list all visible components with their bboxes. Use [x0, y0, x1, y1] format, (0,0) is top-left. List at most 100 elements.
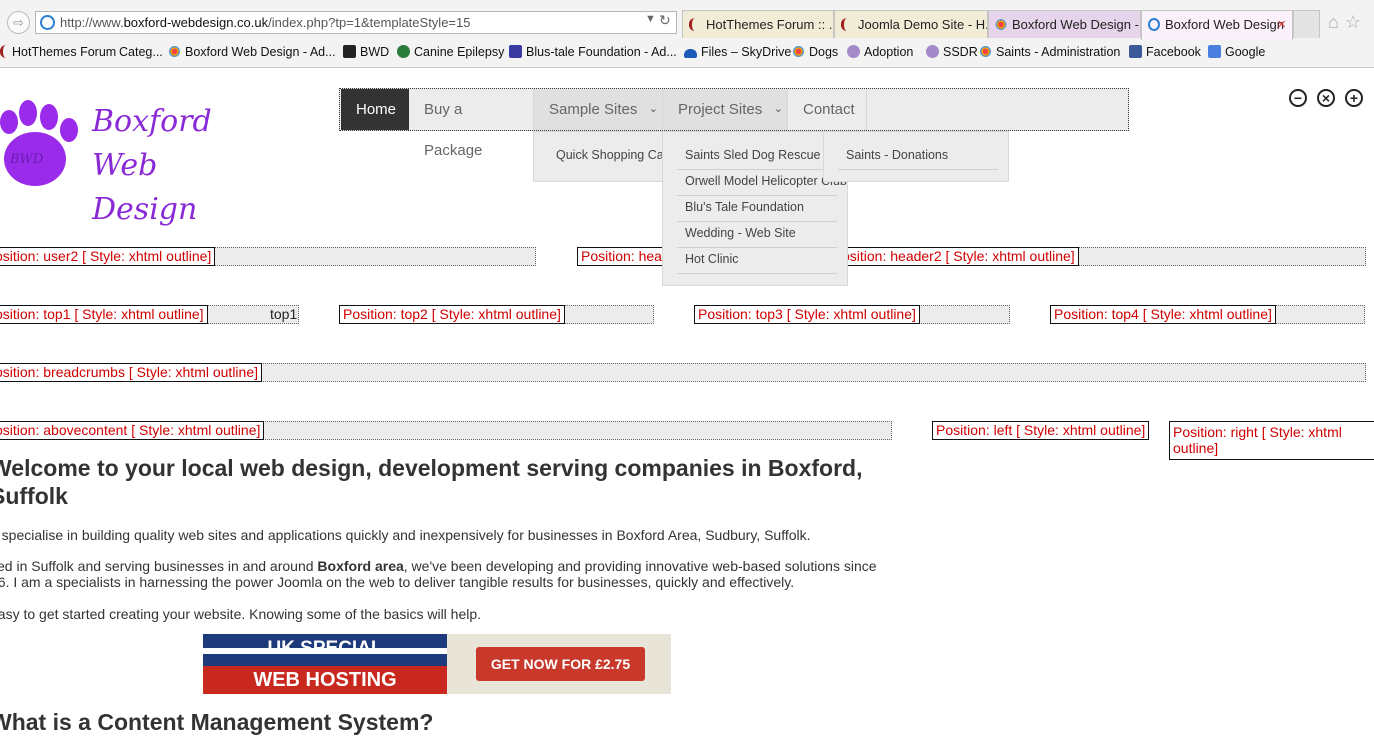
- fav-hotthemes[interactable]: HotThemes Forum: [0, 45, 116, 59]
- close-tab-icon[interactable]: ×: [1277, 11, 1286, 39]
- sample-sites-dropdown: Quick Shopping Car: [533, 131, 663, 182]
- divider: [677, 247, 837, 248]
- tab-boxford-active[interactable]: Boxford Web Design ×: [1141, 10, 1293, 40]
- logo-text: Boxford Web Design: [92, 100, 260, 232]
- fav-label: Categ...: [119, 45, 163, 59]
- divider: [677, 273, 837, 274]
- menu-sample-sites[interactable]: Sample Sites ⌄: [534, 89, 663, 130]
- fav-google[interactable]: Google: [1208, 45, 1265, 59]
- adoption-icon: [847, 45, 860, 58]
- menu-project-sites[interactable]: Project Sites ⌄: [663, 89, 788, 130]
- home-icon[interactable]: ⌂: [1328, 12, 1345, 32]
- fav-label: Adoption: [864, 45, 914, 59]
- favorites-bar: HotThemes Forum Categ... Boxford Web Des…: [0, 42, 1374, 64]
- divider: [677, 169, 837, 170]
- saints-submenu: Saints - Donations: [823, 131, 1009, 182]
- paw-text: BWD: [10, 152, 44, 167]
- dropdown-item-hot-clinic[interactable]: Hot Clinic: [685, 252, 739, 266]
- fav-label: Google: [1225, 45, 1266, 59]
- fav-label: BWD: [360, 45, 390, 59]
- expand-icon[interactable]: +: [1345, 89, 1363, 107]
- hotthemes-icon: [689, 18, 701, 31]
- position-label-header1: Position: hea: [577, 247, 666, 266]
- fav-dogs[interactable]: Dogs: [792, 45, 838, 59]
- tab-label: Joomla Demo Site - H...: [858, 17, 988, 32]
- fav-label: SSDR: [943, 45, 978, 59]
- fav-bwd[interactable]: BWD: [343, 45, 389, 59]
- address-bar[interactable]: http://www.boxford-webdesign.co.uk/index…: [35, 11, 677, 34]
- divider: [838, 169, 998, 170]
- position-label-top1: osition: top1 [ Style: xhtml outline]: [0, 305, 208, 324]
- joomla-icon: [995, 18, 1007, 31]
- dropdown-icon[interactable]: ▼: [645, 13, 656, 25]
- globe-icon: [397, 45, 410, 58]
- tab-hotthemes-forum[interactable]: HotThemes Forum :: ...: [682, 10, 834, 38]
- paw-toe: [0, 110, 18, 134]
- ssdr-icon: [926, 45, 939, 58]
- new-tab-button[interactable]: [1293, 10, 1320, 38]
- url-prefix: http://www.: [60, 15, 124, 30]
- fav-boxford-admin[interactable]: Boxford Web Design - Ad...: [168, 45, 336, 59]
- logo-line2: Design: [92, 192, 198, 227]
- dropdown-item-wedding[interactable]: Wedding - Web Site: [685, 226, 796, 240]
- fav-label: Saints - Administration: [996, 45, 1121, 59]
- position-label-right: Position: right [ Style: xhtml outline]: [1169, 421, 1374, 460]
- fav-label: Files – SkyDrive: [701, 45, 792, 59]
- joomla-icon: [168, 45, 181, 58]
- divider: [677, 195, 837, 196]
- chevron-down-icon: ⌄: [773, 103, 783, 115]
- page-title: Welcome to your local web design, develo…: [0, 455, 863, 509]
- fav-ssdr[interactable]: SSDR: [926, 45, 978, 59]
- chevron-down-icon: ⌄: [648, 103, 658, 115]
- menu-contact[interactable]: Contact: [788, 89, 867, 130]
- joomla-icon: [979, 45, 992, 58]
- dropdown-item-saints[interactable]: Saints Sled Dog Rescue: [685, 148, 821, 162]
- url-domain: boxford-webdesign.co.uk: [123, 15, 269, 30]
- menu-home[interactable]: Home: [341, 89, 409, 130]
- hotthemes-icon: [841, 18, 853, 31]
- google-icon: [1208, 45, 1221, 58]
- paw-toe: [40, 104, 58, 130]
- fav-saints-admin[interactable]: Saints - Administration: [979, 45, 1120, 59]
- browser-chrome: ⇨ http://www.boxford-webdesign.co.uk/ind…: [0, 0, 1374, 68]
- top1-text: top1: [270, 306, 298, 322]
- favorites-star-icon[interactable]: ☆: [1345, 12, 1367, 32]
- fav-label: Facebook: [1146, 45, 1201, 59]
- cloud-icon: [684, 49, 697, 58]
- position-label-user2: osition: user2 [ Style: xhtml outline]: [0, 247, 216, 266]
- intro-paragraph: e specialise in building quality web sit…: [0, 527, 811, 543]
- paw-toe: [19, 100, 37, 126]
- facebook-icon: [1129, 45, 1142, 58]
- refresh-icon[interactable]: ↻: [659, 12, 671, 29]
- position-label-left: Position: left [ Style: xhtml outline]: [932, 421, 1150, 440]
- collapse-icon[interactable]: −: [1289, 89, 1307, 107]
- fav-categ[interactable]: Categ...: [119, 45, 163, 59]
- fav-facebook[interactable]: Facebook: [1129, 45, 1201, 59]
- project-sites-dropdown: Saints Sled Dog Rescue Orwell Model Heli…: [662, 131, 848, 286]
- get-now-button[interactable]: GET NOW FOR £2.75: [476, 647, 645, 681]
- fav-skydrive[interactable]: Files – SkyDrive: [684, 45, 791, 59]
- dropdown-item-quick-shopping[interactable]: Quick Shopping Car: [556, 148, 663, 162]
- fav-canine-epilepsy[interactable]: Canine Epilepsy: [397, 45, 504, 59]
- fav-adoption[interactable]: Adoption: [847, 45, 913, 59]
- site-logo[interactable]: BWD Boxford Web Design: [0, 96, 260, 227]
- close-icon[interactable]: ×: [1317, 89, 1335, 107]
- position-label-abovecontent: osition: abovecontent [ Style: xhtml out…: [0, 421, 265, 440]
- tab-label: HotThemes Forum :: ...: [706, 17, 834, 32]
- fav-blus-tale[interactable]: Blus-tale Foundation - Ad...: [509, 45, 677, 59]
- position-label-header2: osition: header2 [ Style: xhtml outline]: [838, 247, 1079, 266]
- tab-label: Boxford Web Design -...: [1012, 17, 1141, 32]
- submenu-item-saints-donations[interactable]: Saints - Donations: [846, 148, 948, 162]
- about-bold: Boxford area: [317, 558, 404, 574]
- tab-boxford-admin[interactable]: Boxford Web Design -...: [988, 10, 1141, 38]
- ie-icon: [40, 15, 55, 30]
- main-content: Welcome to your local web design, develo…: [0, 454, 890, 622]
- hosting-banner[interactable]: UK SPECIAL WEB HOSTING GET NOW FOR £2.75: [203, 634, 671, 694]
- dropdown-item-blus-tale[interactable]: Blu's Tale Foundation: [685, 200, 804, 214]
- menu-buy-package[interactable]: Buy a Package: [409, 89, 534, 159]
- back-button[interactable]: ⇨: [7, 11, 30, 34]
- tab-joomla-demo[interactable]: Joomla Demo Site - H...: [834, 10, 988, 38]
- hotthemes-icon: [0, 45, 8, 58]
- logo-line1: Boxford Web: [92, 104, 212, 183]
- position-label-top4: Position: top4 [ Style: xhtml outline]: [1050, 305, 1276, 324]
